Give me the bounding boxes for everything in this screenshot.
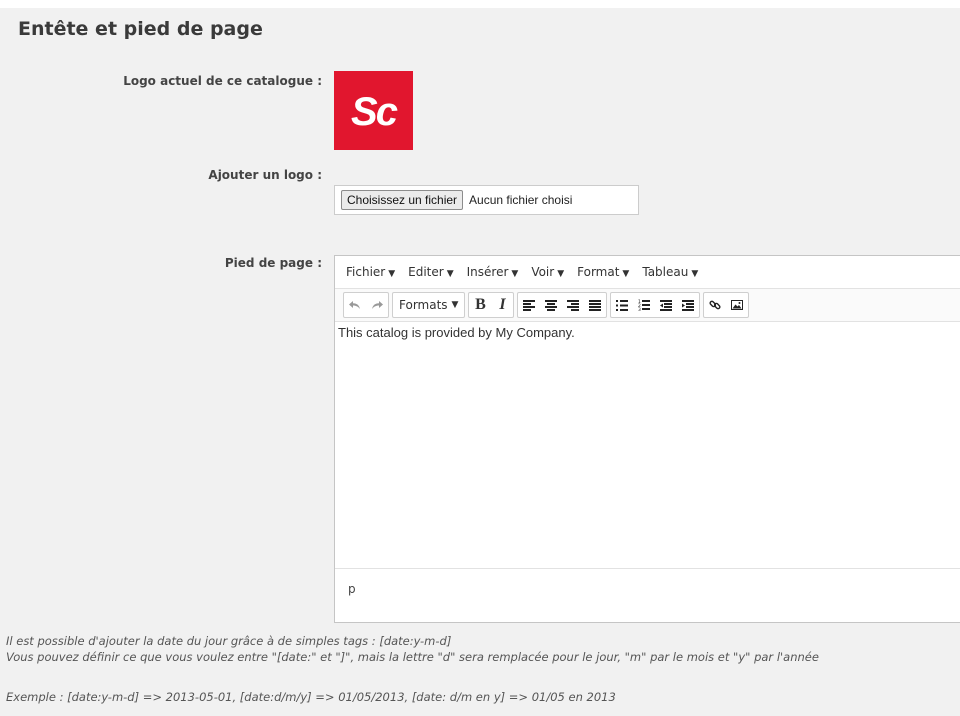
- list-group: 123: [610, 292, 701, 318]
- menu-file[interactable]: Fichier ▼: [346, 265, 395, 279]
- current-logo-label: Logo actuel de ce catalogue :: [123, 74, 322, 88]
- svg-text:3: 3: [638, 307, 641, 311]
- help-line-2: Vous pouvez définir ce que vous voulez e…: [6, 650, 819, 664]
- indent-icon[interactable]: [677, 293, 699, 317]
- logo-text: Sc: [351, 90, 398, 134]
- align-group: [517, 292, 608, 318]
- bullet-list-icon[interactable]: [611, 293, 633, 317]
- italic-button[interactable]: I: [491, 293, 513, 317]
- bold-button[interactable]: B: [469, 293, 491, 317]
- footer-text: This catalog is provided by My Company.: [338, 325, 575, 340]
- catalog-logo: Sc: [334, 71, 413, 150]
- caret-down-icon: ▼: [451, 300, 459, 310]
- menu-view[interactable]: Voir ▼: [531, 265, 564, 279]
- caret-down-icon: ▼: [446, 269, 454, 279]
- outdent-icon[interactable]: [655, 293, 677, 317]
- formats-dropdown[interactable]: Formats ▼: [393, 293, 464, 317]
- file-status: Aucun fichier choisi: [469, 193, 573, 207]
- footer-label: Pied de page :: [224, 256, 322, 270]
- formats-group: Formats ▼: [392, 292, 466, 318]
- link-icon[interactable]: [704, 293, 726, 317]
- align-center-icon[interactable]: [540, 293, 562, 317]
- add-logo-label: Ajouter un logo :: [208, 168, 322, 182]
- caret-down-icon: ▼: [691, 269, 699, 279]
- element-path[interactable]: p: [348, 582, 356, 596]
- editor-content[interactable]: This catalog is provided by My Company.: [335, 322, 960, 568]
- help-line-1: Il est possible d'ajouter la date du jou…: [6, 634, 452, 648]
- caret-down-icon: ▼: [511, 269, 519, 279]
- image-icon[interactable]: [726, 293, 748, 317]
- editor-toolbar: Formats ▼ B I 1 2 3: [335, 288, 960, 322]
- menu-format[interactable]: Format ▼: [577, 265, 629, 279]
- footer-editor: Fichier ▼ Editer ▼ Insérer ▼ Voir ▼ Format ▼ …: [334, 255, 960, 623]
- menu-table[interactable]: Tableau ▼: [642, 265, 698, 279]
- insert-group: [703, 292, 750, 318]
- undo-icon[interactable]: [344, 293, 366, 317]
- file-input[interactable]: Choisissez un fichier Aucun fichier choi…: [334, 185, 639, 215]
- caret-down-icon: ▼: [557, 269, 565, 279]
- history-group: [343, 292, 389, 318]
- align-right-icon[interactable]: [562, 293, 584, 317]
- align-left-icon[interactable]: [518, 293, 540, 317]
- editor-statusbar: p: [335, 568, 960, 609]
- section-title: Entête et pied de page: [18, 18, 263, 40]
- menu-edit[interactable]: Editer ▼: [408, 265, 453, 279]
- redo-icon[interactable]: [366, 293, 388, 317]
- numbered-list-icon[interactable]: 123: [633, 293, 655, 317]
- help-example: Exemple : [date:y-m-d] => 2013-05-01, [d…: [6, 690, 616, 704]
- caret-down-icon: ▼: [388, 269, 396, 279]
- editor-menubar: Fichier ▼ Editer ▼ Insérer ▼ Voir ▼ Format ▼ …: [335, 256, 960, 288]
- header-footer-panel: Entête et pied de page Logo actuel de ce…: [0, 8, 960, 716]
- align-justify-icon[interactable]: [584, 293, 606, 317]
- choose-file-button[interactable]: Choisissez un fichier: [341, 190, 464, 210]
- style-group: B I: [468, 292, 515, 318]
- menu-insert[interactable]: Insérer ▼: [467, 265, 519, 279]
- caret-down-icon: ▼: [622, 269, 630, 279]
